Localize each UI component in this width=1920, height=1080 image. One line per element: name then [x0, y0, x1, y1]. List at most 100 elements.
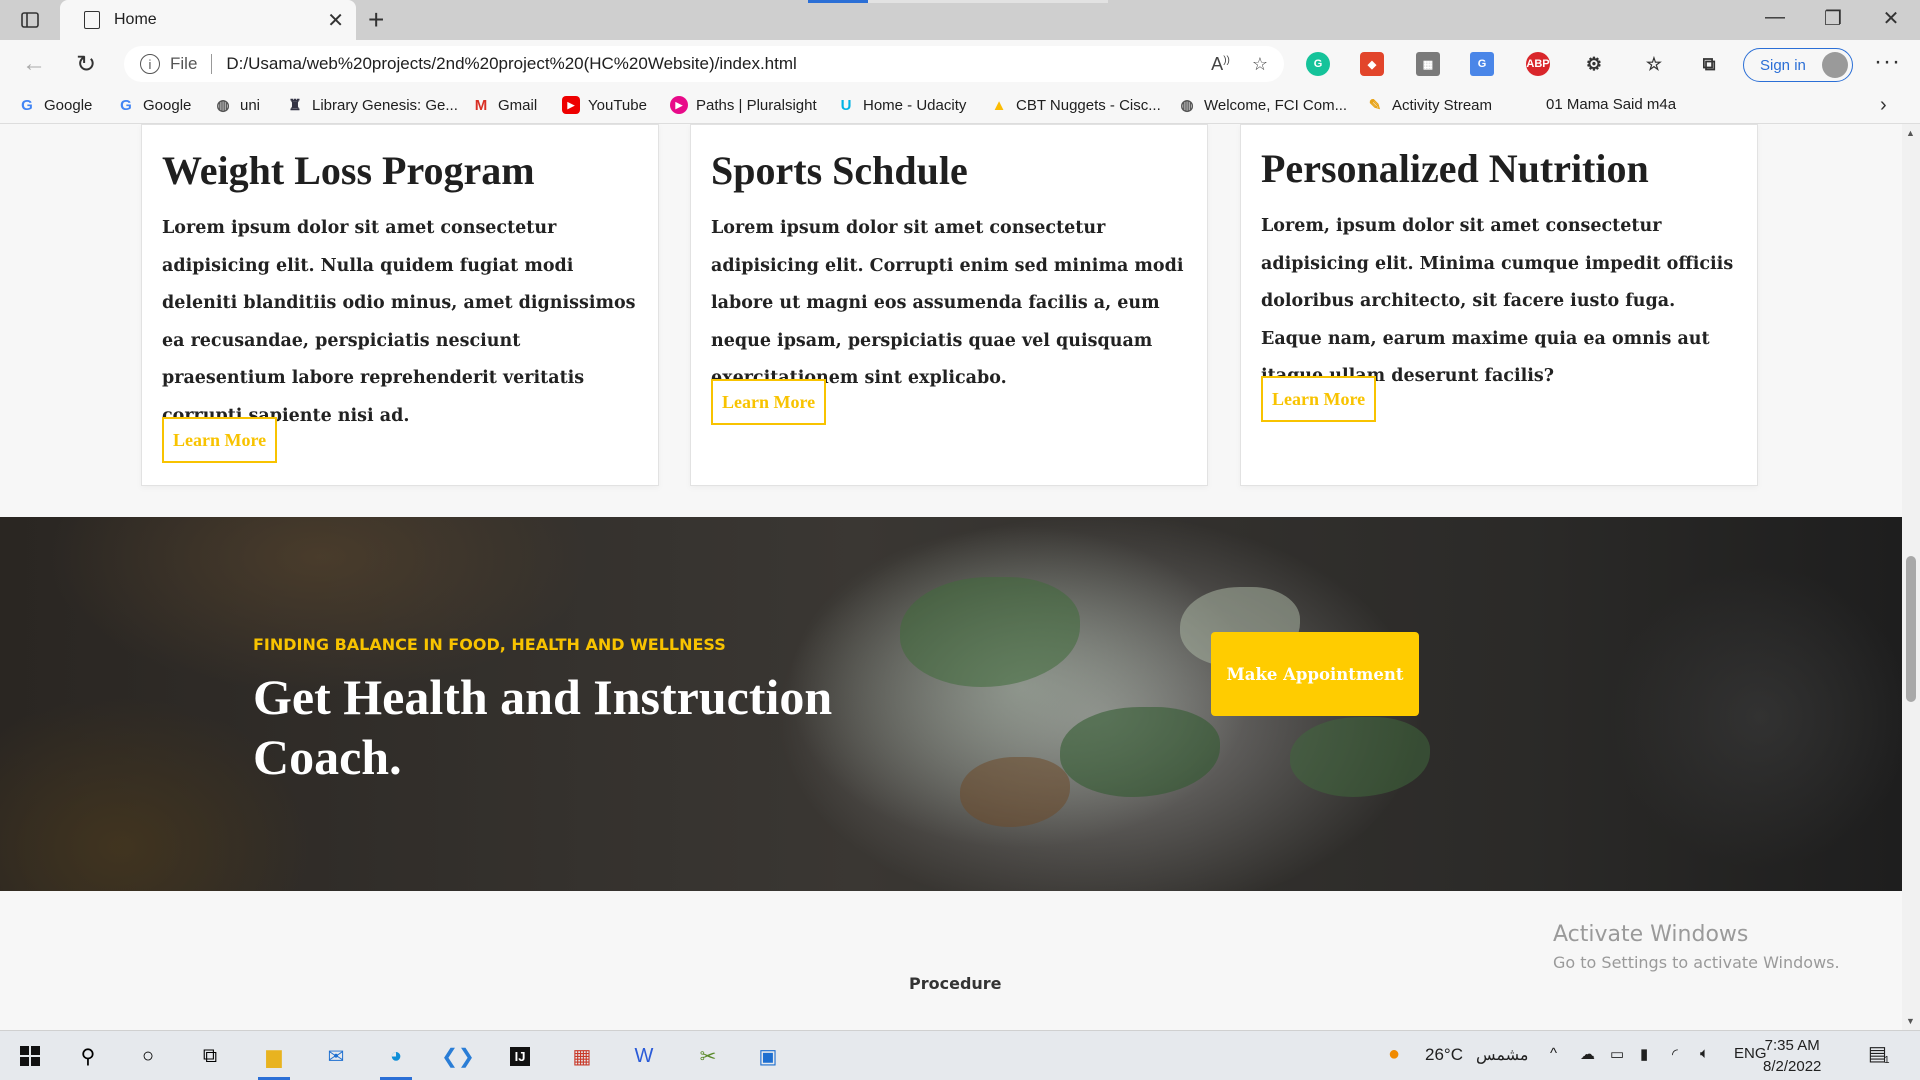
clock[interactable]: 7:35 AM 8/2/2022: [1763, 1035, 1821, 1077]
make-appointment-button[interactable]: Make Appointment: [1211, 632, 1419, 716]
weather-temp[interactable]: 26°C: [1425, 1045, 1463, 1065]
card-title: Sports Schdule: [711, 148, 968, 193]
card-body: Lorem ipsum dolor sit amet consectetur a…: [162, 218, 636, 426]
procedure-label: Procedure: [909, 974, 1002, 993]
pluralsight-icon: ▶: [670, 96, 688, 114]
bookmark-libgen[interactable]: ♜ Library Genesis: Ge...: [286, 96, 458, 115]
word-icon[interactable]: W: [626, 1040, 662, 1072]
collections-icon[interactable]: ⧉: [1697, 52, 1721, 76]
loading-indicator: [808, 0, 868, 3]
card-body: Lorem ipsum dolor sit amet consectetur a…: [711, 218, 1184, 388]
edge-icon[interactable]: ◕: [378, 1040, 414, 1080]
bookmark-mama-said[interactable]: 01 Mama Said m4a: [1546, 96, 1676, 113]
favorites-icon[interactable]: ☆: [1642, 52, 1666, 76]
card-sports-schedule: Sports Schdule Lorem ipsum dolor sit ame…: [690, 124, 1208, 486]
windows-taskbar: ⚲ ○ ⧉ ▆ ✉ ◕ ❮❯ IJ ▦ W ✂ ▣ ● 26°C مشمس ^ …: [0, 1030, 1920, 1080]
scroll-up-icon[interactable]: ▲: [1906, 128, 1915, 138]
onedrive-icon[interactable]: ☁: [1580, 1045, 1595, 1063]
info-icon[interactable]: i: [140, 54, 160, 74]
card-nutrition: Personalized Nutrition Lorem, ipsum dolo…: [1240, 124, 1758, 486]
grammarly-icon[interactable]: G: [1306, 52, 1330, 76]
gmail-icon: M: [474, 96, 488, 114]
tab-actions-button[interactable]: [14, 8, 46, 32]
file-explorer-icon[interactable]: ▆: [256, 1040, 292, 1080]
cortana-icon[interactable]: ○: [130, 1040, 166, 1072]
bookmark-google-2[interactable]: G Google: [117, 96, 191, 114]
winrar-icon[interactable]: ▦: [564, 1040, 600, 1072]
vscode-icon[interactable]: ❮❯: [440, 1040, 476, 1072]
tab-bar: Home ✕ + — ❐ ✕: [0, 0, 1920, 40]
bookmark-gmail[interactable]: M Gmail: [472, 96, 537, 114]
bookmark-activity[interactable]: ✎ Activity Stream: [1366, 96, 1493, 115]
udacity-icon: U: [840, 96, 852, 114]
divider: [211, 54, 213, 74]
extensions-icon[interactable]: ⚙: [1582, 52, 1606, 76]
restore-button[interactable]: ❐: [1810, 6, 1856, 31]
learn-more-button[interactable]: Learn More: [711, 379, 827, 425]
refresh-button[interactable]: ↻: [76, 50, 96, 79]
close-tab-icon[interactable]: ✕: [327, 8, 344, 33]
meet-icon[interactable]: ▭: [1610, 1045, 1624, 1063]
back-button[interactable]: ←: [22, 50, 46, 78]
new-tab-button[interactable]: +: [368, 4, 384, 36]
tools-icon[interactable]: ✂: [690, 1040, 726, 1072]
bookmark-label: CBT Nuggets - Cisc...: [1016, 96, 1161, 114]
weather-icon[interactable]: ●: [1388, 1043, 1400, 1066]
chevron-right-icon[interactable]: ›: [1880, 94, 1887, 117]
tab-home[interactable]: Home ✕: [60, 0, 356, 40]
bookmark-youtube[interactable]: ▶ YouTube: [562, 96, 647, 114]
scroll-down-icon[interactable]: ▼: [1906, 1016, 1915, 1026]
appointment-banner: FINDING BALANCE IN FOOD, HEALTH AND WELL…: [0, 517, 1902, 891]
scrollbar-thumb[interactable]: [1906, 556, 1916, 702]
mail-icon[interactable]: ✉: [318, 1040, 354, 1072]
search-icon[interactable]: ⚲: [70, 1040, 106, 1072]
battery-icon[interactable]: ▮: [1640, 1045, 1648, 1063]
bookmark-pluralsight[interactable]: ▶ Paths | Pluralsight: [670, 96, 817, 114]
background-leaf: [1060, 707, 1220, 797]
learn-more-button[interactable]: Learn More: [162, 417, 278, 463]
card-weight-loss: Weight Loss Program Lorem ipsum dolor si…: [141, 124, 659, 486]
drive-icon: ▲: [991, 96, 1007, 114]
bookmark-label: YouTube: [588, 96, 647, 114]
chevron-up-icon[interactable]: ^: [1550, 1045, 1557, 1062]
bookmark-label: 01 Mama Said m4a: [1546, 96, 1677, 113]
bookmark-label: Library Genesis: Ge...: [312, 96, 458, 114]
background-leaf: [1290, 717, 1430, 797]
read-aloud-icon[interactable]: A)): [1211, 54, 1230, 75]
bookmark-cbt[interactable]: ▲ CBT Nuggets - Cisc...: [990, 96, 1161, 114]
add-favorite-icon[interactable]: ☆: [1252, 54, 1268, 75]
shield-extension-icon[interactable]: ◆: [1360, 52, 1384, 76]
task-view-icon[interactable]: ⧉: [192, 1040, 228, 1072]
youtube-icon: ▶: [562, 96, 580, 114]
wifi-icon[interactable]: ◜: [1672, 1045, 1678, 1063]
bookmark-udacity[interactable]: U Home - Udacity: [837, 96, 967, 114]
intellij-icon[interactable]: IJ: [502, 1040, 538, 1072]
close-window-button[interactable]: ✕: [1868, 6, 1914, 31]
watermark-title: Activate Windows: [1553, 922, 1749, 947]
more-menu-icon[interactable]: ···: [1874, 48, 1901, 76]
page-scrollbar[interactable]: ▲ ▼: [1902, 124, 1920, 1030]
volume-icon[interactable]: 🔈︎: [1700, 1045, 1709, 1062]
bookmark-label: Activity Stream: [1392, 96, 1493, 114]
extension-icon[interactable]: ▦: [1416, 52, 1440, 76]
language-indicator[interactable]: ENG: [1734, 1045, 1767, 1062]
start-button[interactable]: [12, 1040, 48, 1072]
learn-more-button[interactable]: Learn More: [1261, 376, 1377, 422]
translate-icon[interactable]: G: [1470, 52, 1494, 76]
google-icon: G: [21, 96, 33, 114]
bookmark-uni[interactable]: ◍ uni: [214, 96, 260, 115]
store-icon[interactable]: ▣: [750, 1040, 786, 1072]
background-leaf: [900, 577, 1080, 687]
bookmark-fci[interactable]: ◍ Welcome, FCI Com...: [1178, 96, 1347, 115]
address-bar[interactable]: i File D:/Usama/web%20projects/2nd%20pro…: [124, 46, 1284, 82]
sign-in-button[interactable]: Sign in: [1743, 48, 1853, 82]
banner-heading: Get Health and Instruction Coach.: [253, 669, 833, 785]
minimize-button[interactable]: —: [1752, 6, 1798, 29]
weather-description[interactable]: مشمس: [1476, 1045, 1529, 1065]
toolbar: ← ↻ i File D:/Usama/web%20projects/2nd%2…: [0, 40, 1920, 88]
banner-eyebrow: FINDING BALANCE IN FOOD, HEALTH AND WELL…: [253, 635, 726, 654]
bookmark-google-1[interactable]: G Google: [18, 96, 92, 114]
url-text[interactable]: D:/Usama/web%20projects/2nd%20project%20…: [226, 54, 1189, 74]
adblock-icon[interactable]: ABP: [1526, 52, 1550, 76]
tab-title: Home: [114, 11, 157, 28]
